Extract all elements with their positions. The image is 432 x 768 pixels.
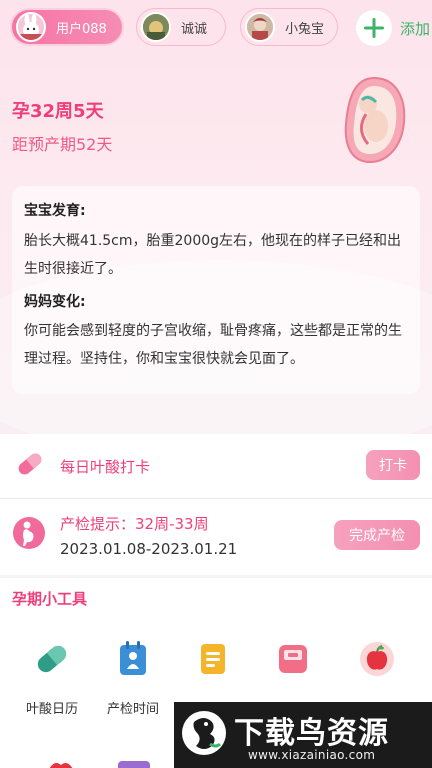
tool-weight-scale[interactable] xyxy=(253,636,333,698)
avatar xyxy=(141,12,171,42)
due-date-countdown: 距预产期52天 xyxy=(12,135,113,154)
profile-tab-chengcheng[interactable]: 诚诚 xyxy=(136,8,226,46)
pregnant-woman-icon xyxy=(12,516,46,554)
mom-changes-text: 你可能会感到轻度的子宫收缩，耻骨疼痛，这些都是正常的生理过程。坚持住，你和宝宝很… xyxy=(24,323,402,367)
profile-tabs: 用户088 诚诚 小兔宝 添加 xyxy=(0,0,432,56)
baby-development-title: 宝宝发育: xyxy=(24,203,86,219)
partial-icon xyxy=(116,756,152,768)
tool-label: 叶酸日历 xyxy=(25,702,78,717)
checkup-reminder-label: 产检提示：32周-33周 xyxy=(60,515,209,533)
apple-icon xyxy=(354,636,400,682)
avatar xyxy=(245,12,275,42)
checkup-date-range: 2023.01.08-2023.01.21 xyxy=(60,540,238,558)
tool-diet[interactable] xyxy=(337,636,417,698)
profile-tab-label: 诚诚 xyxy=(181,21,208,37)
partial-icon xyxy=(46,756,76,768)
fetus-illustration-icon xyxy=(338,74,410,170)
baby-development-text: 胎长大概41.5cm，胎重2000g左右，他现在的样子已经和出生时很接近了。 xyxy=(24,233,402,277)
mom-changes-title: 妈妈变化: xyxy=(24,294,86,310)
tool-document[interactable] xyxy=(173,636,253,698)
tool-label: 产检时间 xyxy=(106,702,159,717)
tool-folic-calendar[interactable]: 叶酸日历 xyxy=(12,636,92,717)
avatar xyxy=(16,12,46,42)
folic-acid-label: 每日叶酸打卡 xyxy=(60,458,151,476)
plus-icon xyxy=(356,10,392,46)
add-profile-button[interactable]: 添加 xyxy=(356,10,430,46)
calendar-baby-icon xyxy=(110,636,156,682)
pregnancy-week: 孕32周5天 xyxy=(12,101,104,122)
profile-tab-xiaotubao[interactable]: 小兔宝 xyxy=(240,8,338,46)
pill-icon xyxy=(14,448,46,484)
tool-checkup-schedule[interactable]: 产检时间 xyxy=(93,636,173,717)
watermark-url: www.xiazainiao.com xyxy=(248,748,376,762)
profile-tab-label: 小兔宝 xyxy=(285,21,325,37)
development-info-card: 宝宝发育: 胎长大概41.5cm，胎重2000g左右，他现在的样子已经和出生时很… xyxy=(12,186,420,394)
document-icon xyxy=(190,636,236,682)
bird-logo-icon xyxy=(180,708,228,762)
capsule-icon xyxy=(29,636,75,682)
profile-tab-user088[interactable]: 用户088 xyxy=(10,8,124,46)
watermark-banner: 下载鸟资源 www.xiazainiao.com xyxy=(174,702,432,768)
scale-icon xyxy=(270,636,316,682)
add-profile-label: 添加 xyxy=(400,19,431,38)
profile-tab-label: 用户088 xyxy=(56,21,107,37)
complete-checkup-button[interactable]: 完成产检 xyxy=(334,520,420,550)
folic-acid-checkin-button[interactable]: 打卡 xyxy=(366,450,420,480)
tools-title: 孕期小工具 xyxy=(12,590,88,608)
watermark-title: 下载鸟资源 xyxy=(234,716,389,751)
